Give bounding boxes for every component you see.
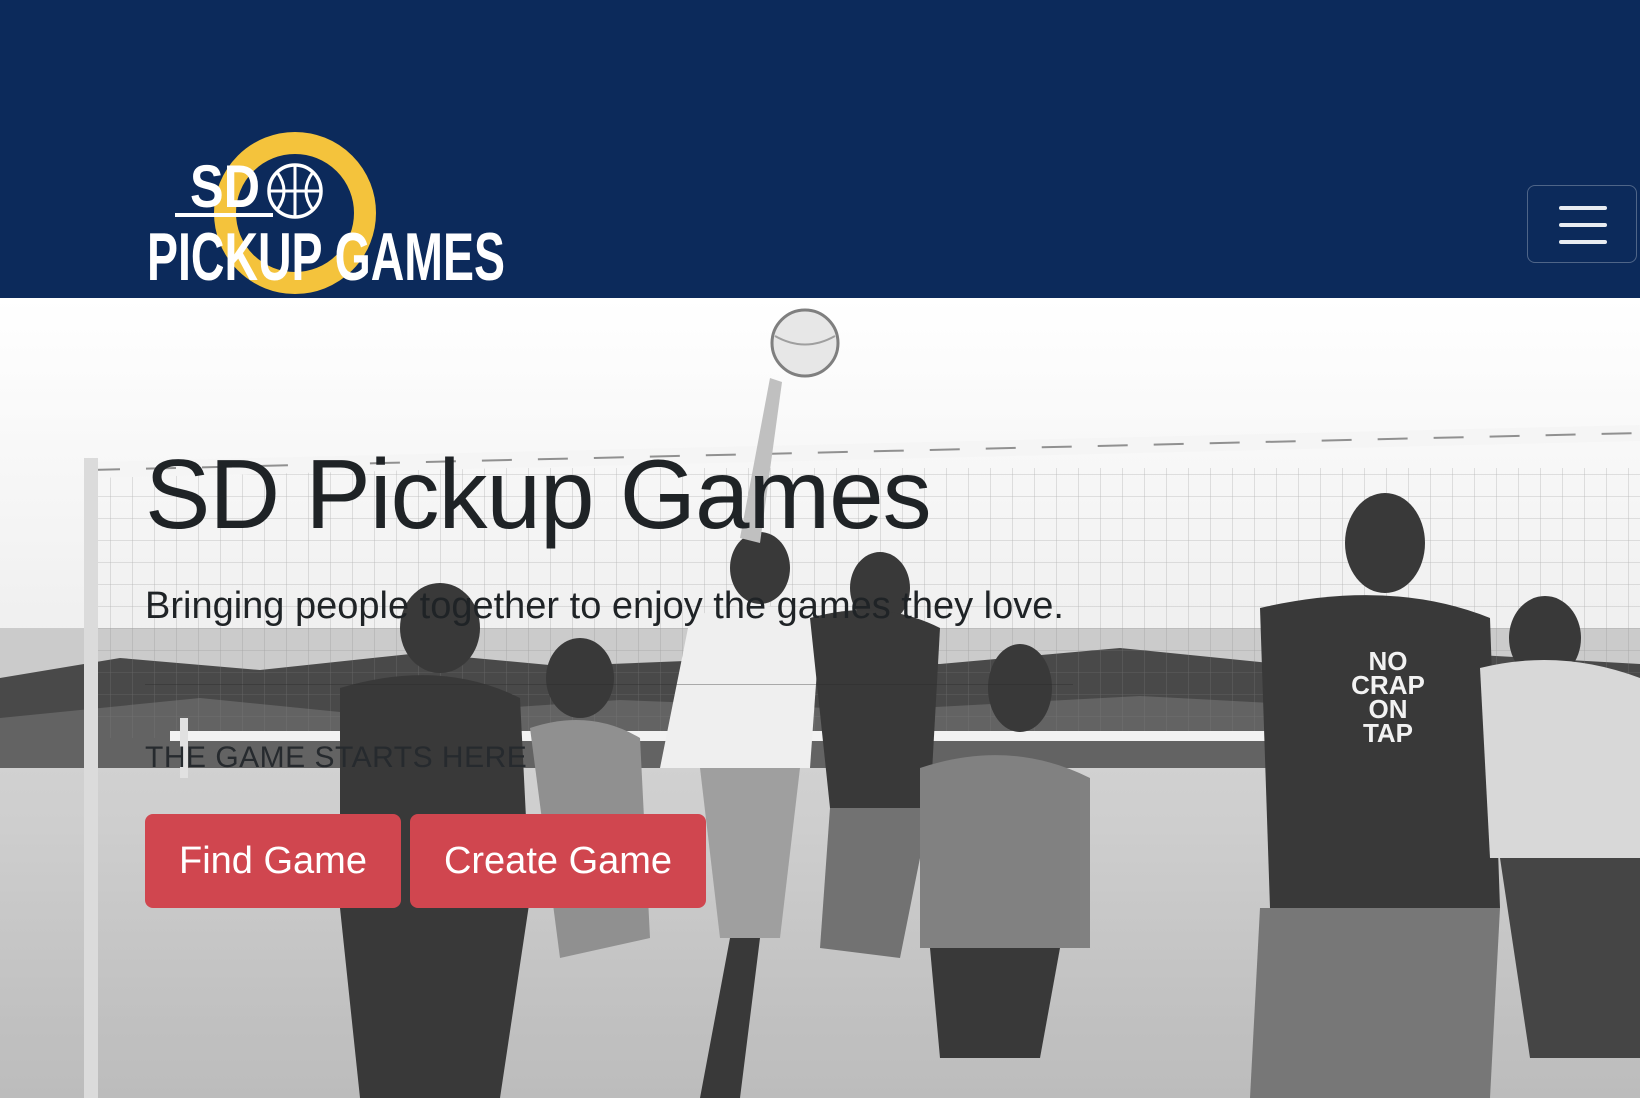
- menu-toggle-button[interactable]: [1527, 185, 1637, 263]
- logo: SD PICKUP GAMES: [147, 132, 505, 295]
- hero-divider: [145, 684, 1073, 685]
- brand-logo-link[interactable]: SD PICKUP GAMES: [145, 125, 525, 320]
- basketball-icon: [267, 163, 323, 219]
- logo-line1: SD: [190, 153, 260, 220]
- find-game-button[interactable]: Find Game: [145, 814, 401, 908]
- create-game-button[interactable]: Create Game: [410, 814, 706, 908]
- hero-tagline: THE GAME STARTS HERE: [145, 741, 528, 774]
- hero-section: NO CRAP ON TAP SD Pickup Games Bringing …: [0, 298, 1640, 1098]
- logo-line2: PICKUP GAMES: [147, 219, 505, 295]
- hero-background-photo: NO CRAP ON TAP: [0, 298, 1640, 1098]
- navbar: SD PICKUP GAMES: [0, 0, 1640, 298]
- hero-lead-text: Bringing people together to enjoy the ga…: [145, 585, 1064, 627]
- hero-title: SD Pickup Games: [145, 439, 932, 549]
